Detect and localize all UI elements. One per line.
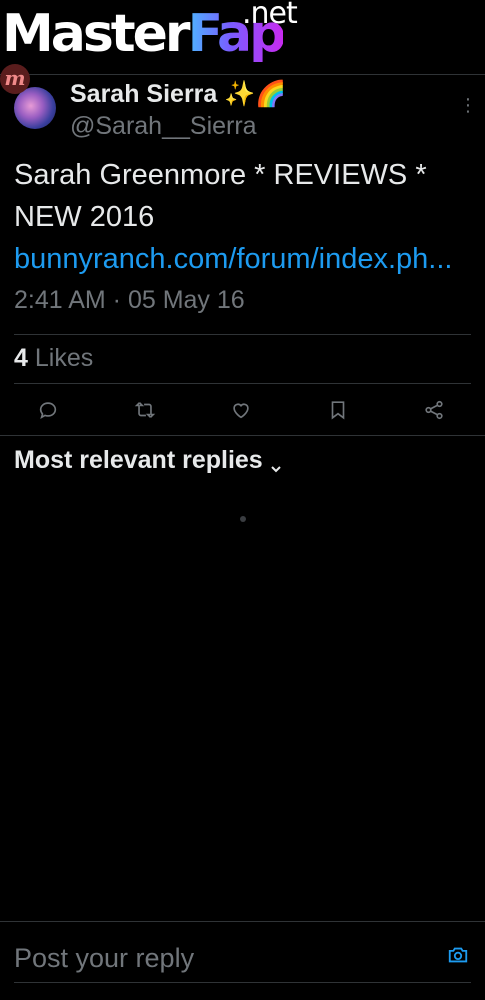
action-bar	[0, 396, 485, 424]
replies-sort-label: Most relevant replies	[14, 446, 263, 474]
share-icon[interactable]	[420, 396, 448, 424]
author-name[interactable]: Sarah Sierra ✨🌈	[70, 80, 287, 109]
watermark-fap: Fap	[187, 4, 287, 64]
camera-icon[interactable]	[447, 944, 469, 966]
tweet-timestamp[interactable]: 2:41 AM · 05 May 16	[14, 286, 245, 315]
watermark-logo: MasterFap	[2, 8, 286, 60]
loading-indicator	[240, 516, 246, 522]
chevron-down-icon	[269, 454, 283, 472]
reply-input[interactable]	[14, 938, 434, 978]
likes-label: Likes	[34, 344, 94, 372]
author-emoji: ✨🌈	[224, 80, 287, 108]
divider	[0, 435, 485, 436]
watermark-master: Master	[2, 4, 191, 64]
replies-sort-dropdown[interactable]: Most relevant replies	[14, 446, 283, 475]
author-name-text: Sarah Sierra	[70, 80, 218, 108]
masterfap-watermark: .net MasterFap	[2, 0, 312, 78]
avatar[interactable]	[14, 87, 56, 129]
reply-input-underline	[14, 982, 471, 983]
retweet-icon[interactable]	[131, 396, 159, 424]
divider	[0, 921, 485, 922]
divider	[14, 383, 471, 384]
heart-icon[interactable]	[227, 396, 255, 424]
likes-number: 4	[14, 344, 28, 372]
likes-count[interactable]: 4 Likes	[14, 344, 93, 373]
more-options-icon[interactable]: ⋮	[459, 95, 477, 115]
divider	[14, 334, 471, 335]
reply-icon[interactable]	[34, 396, 62, 424]
author-handle[interactable]: @Sarah__Sierra	[70, 112, 257, 141]
tweet-link[interactable]: bunnyranch.com/forum/index.ph...	[14, 243, 452, 275]
tweet-text-plain: Sarah Greenmore * REVIEWS * NEW 2016	[14, 159, 427, 233]
bookmark-icon[interactable]	[324, 396, 352, 424]
tweet-text: Sarah Greenmore * REVIEWS * NEW 2016 bun…	[14, 154, 474, 280]
